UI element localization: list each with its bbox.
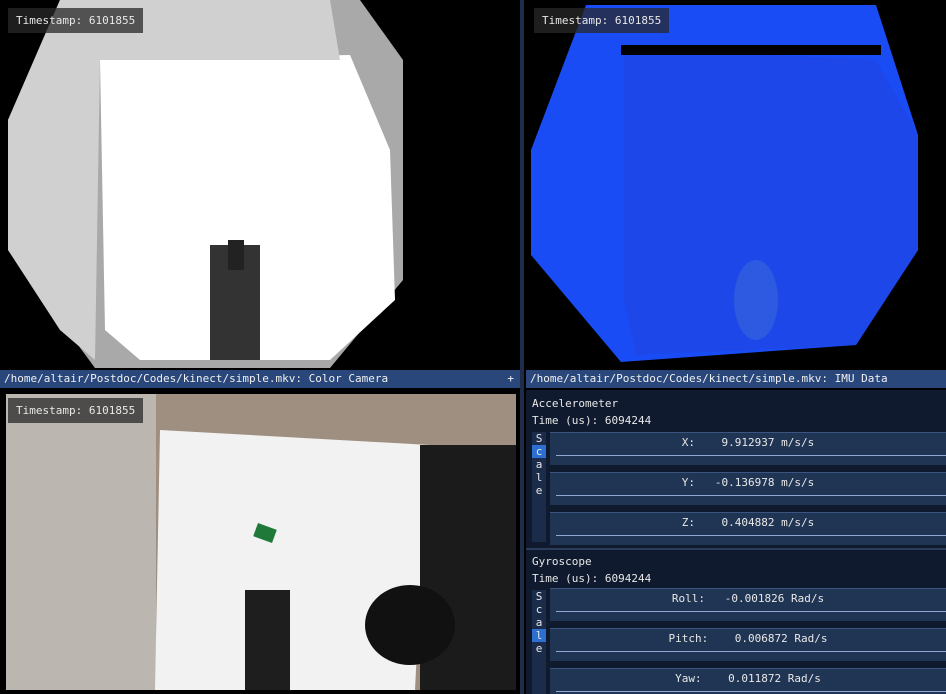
accelerometer-x-value: X: 9.912937 m/s/s	[681, 436, 815, 449]
imu-titlebar[interactable]: /home/altair/Postdoc/Codes/kinect/simple…	[526, 370, 946, 388]
color-camera-image	[6, 394, 516, 690]
ir-camera-pane: Timestamp: 6101855	[0, 0, 406, 368]
color-camera-titlebar[interactable]: /home/altair/Postdoc/Codes/kinect/simple…	[0, 370, 520, 388]
gyroscope-time: Time (us): 6094244	[532, 572, 652, 585]
gyroscope-pitch-value: Pitch: 0.006872 Rad/s	[668, 632, 828, 645]
color-camera-title: /home/altair/Postdoc/Codes/kinect/simple…	[4, 372, 389, 385]
scale-letter: a	[535, 616, 543, 629]
accelerometer-y-value: Y: -0.136978 m/s/s	[681, 476, 815, 489]
accelerometer-title: Accelerometer	[532, 397, 619, 410]
section-divider	[526, 548, 946, 550]
scale-letter: S	[535, 432, 543, 445]
scale-letter: a	[535, 458, 543, 471]
imu-title: /home/altair/Postdoc/Codes/kinect/simple…	[530, 372, 888, 385]
gyroscope-roll-value: Roll: -0.001826 Rad/s	[671, 592, 825, 605]
gyroscope-yaw-plot[interactable]: Yaw: 0.011872 Rad/s	[550, 668, 946, 694]
accelerometer-y-plot[interactable]: Y: -0.136978 m/s/s	[550, 472, 946, 505]
scale-letter: c	[532, 445, 546, 458]
timestamp-label: Timestamp: 6101855	[8, 8, 144, 33]
depth-camera-image	[531, 5, 918, 362]
scale-letter: e	[535, 484, 543, 497]
accelerometer-time: Time (us): 6094244	[532, 414, 652, 427]
depth-camera-pane: Timestamp: 6101855	[526, 0, 946, 368]
scale-letter: l	[532, 629, 546, 642]
timestamp-label: Timestamp: 6101855	[8, 398, 144, 423]
accelerometer-z-plot[interactable]: Z: 0.404882 m/s/s	[550, 512, 946, 545]
gyroscope-scale-toggle[interactable]: S c a l e	[532, 590, 546, 694]
ir-camera-image	[8, 0, 403, 368]
gyroscope-title: Gyroscope	[532, 555, 592, 568]
timestamp-label: Timestamp: 6101855	[534, 8, 670, 33]
accelerometer-scale-toggle[interactable]: S c a l e	[532, 432, 546, 542]
scale-letter: l	[535, 471, 543, 484]
imu-pane: Accelerometer Time (us): 6094244 S c a l…	[526, 390, 946, 694]
scale-letter: S	[535, 590, 543, 603]
gyroscope-roll-plot[interactable]: Roll: -0.001826 Rad/s	[550, 588, 946, 621]
accelerometer-z-value: Z: 0.404882 m/s/s	[681, 516, 815, 529]
scale-letter: e	[535, 642, 543, 655]
scale-letter: c	[535, 603, 543, 616]
gyroscope-yaw-value: Yaw: 0.011872 Rad/s	[675, 672, 821, 685]
add-icon[interactable]: +	[507, 370, 514, 388]
gyroscope-pitch-plot[interactable]: Pitch: 0.006872 Rad/s	[550, 628, 946, 661]
color-camera-pane: Timestamp: 6101855	[0, 390, 518, 694]
accelerometer-x-plot[interactable]: X: 9.912937 m/s/s	[550, 432, 946, 465]
pane-divider[interactable]	[520, 0, 524, 694]
